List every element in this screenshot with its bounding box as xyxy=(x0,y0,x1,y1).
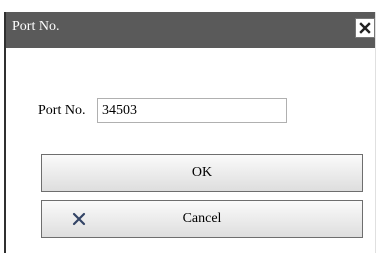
cancel-x-icon xyxy=(72,212,86,226)
close-icon xyxy=(359,22,371,34)
dialog-title: Port No. xyxy=(12,19,60,34)
cancel-button-label: Cancel xyxy=(182,211,222,226)
dialog-titlebar[interactable]: Port No. xyxy=(6,12,376,48)
port-label: Port No. xyxy=(38,103,86,118)
close-button[interactable] xyxy=(355,18,375,38)
ok-button-label: OK xyxy=(191,165,213,180)
port-dialog: Port No. Port No. OK Cancel xyxy=(4,12,376,253)
cancel-button[interactable]: Cancel xyxy=(41,200,363,238)
ok-button[interactable]: OK xyxy=(41,154,363,192)
port-input[interactable] xyxy=(97,98,287,123)
